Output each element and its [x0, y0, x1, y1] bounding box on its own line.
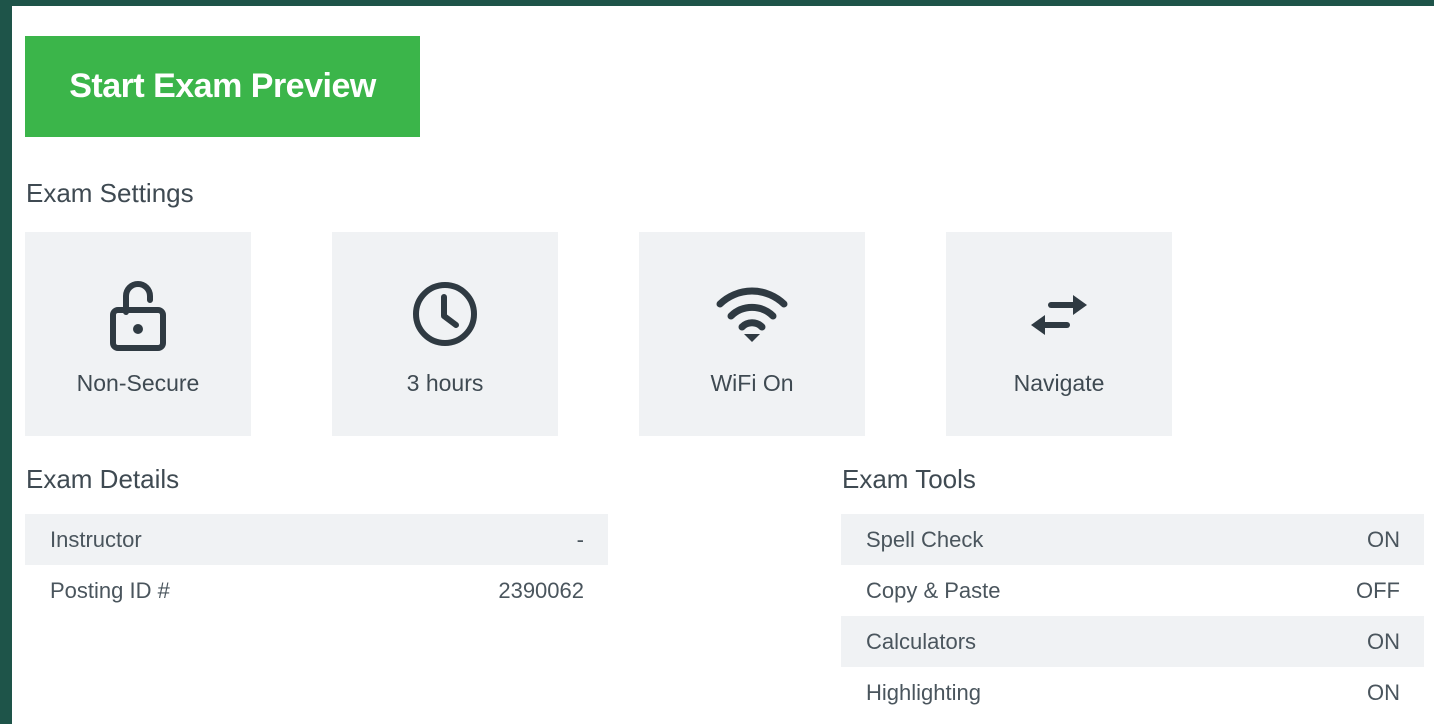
tools-label-highlighting: Highlighting — [866, 679, 981, 705]
tools-row-highlighting: Highlighting ON — [841, 667, 1424, 718]
setting-tile-navigation: Navigate — [946, 232, 1172, 436]
tools-label-spell-check: Spell Check — [866, 526, 984, 552]
setting-label-navigation: Navigate — [1013, 370, 1105, 396]
tools-row-calculators: Calculators ON — [841, 616, 1424, 667]
setting-tile-wifi: WiFi On — [639, 232, 865, 436]
tools-value-highlighting: ON — [1367, 679, 1400, 705]
tools-row-copy-paste: Copy & Paste OFF — [841, 565, 1424, 616]
exam-preview-panel: Start Exam Preview Exam Settings Non-Sec… — [12, 6, 1434, 724]
tools-label-copy-paste: Copy & Paste — [866, 577, 1001, 603]
lock-open-icon — [25, 274, 251, 354]
clock-icon — [332, 274, 558, 354]
details-label-posting-id: Posting ID # — [50, 577, 170, 603]
setting-label-duration: 3 hours — [406, 370, 484, 396]
setting-label-security: Non-Secure — [76, 370, 200, 396]
exam-details-title: Exam Details — [26, 464, 180, 494]
setting-label-wifi: WiFi On — [710, 370, 794, 396]
start-exam-preview-button[interactable]: Start Exam Preview — [25, 36, 420, 137]
tools-label-calculators: Calculators — [866, 628, 977, 654]
arrows-swap-icon — [946, 274, 1172, 354]
details-row-posting-id: Posting ID # 2390062 — [25, 565, 608, 616]
wifi-icon — [639, 274, 865, 354]
exam-details-table: Instructor - Posting ID # 2390062 — [25, 514, 608, 616]
exam-tools-table: Spell Check ON Copy & Paste OFF Calculat… — [841, 514, 1424, 718]
setting-tile-security: Non-Secure — [25, 232, 251, 436]
details-row-instructor: Instructor - — [25, 514, 608, 565]
details-value-posting-id: 2390062 — [498, 577, 584, 603]
tools-value-spell-check: ON — [1367, 526, 1400, 552]
tools-row-spell-check: Spell Check ON — [841, 514, 1424, 565]
tools-value-calculators: ON — [1367, 628, 1400, 654]
setting-tile-duration: 3 hours — [332, 232, 558, 436]
exam-settings-title: Exam Settings — [26, 178, 194, 208]
details-value-instructor: - — [576, 526, 584, 552]
details-label-instructor: Instructor — [50, 526, 142, 552]
tools-value-copy-paste: OFF — [1356, 577, 1400, 603]
exam-tools-title: Exam Tools — [842, 464, 976, 494]
